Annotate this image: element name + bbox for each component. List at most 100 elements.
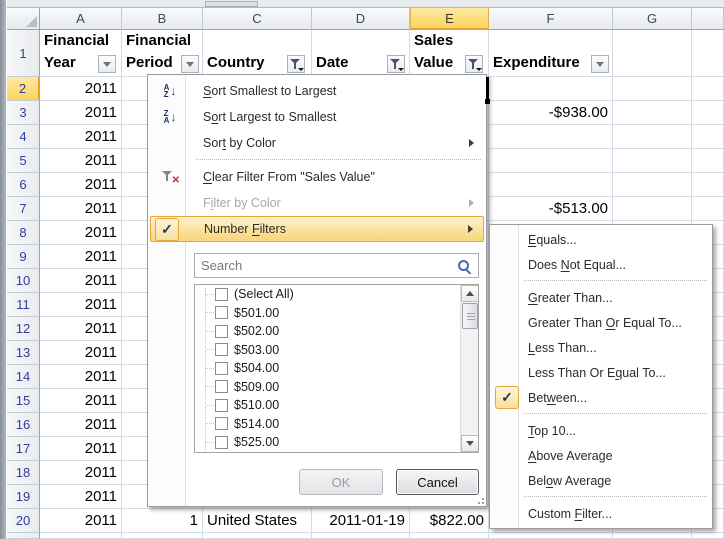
cell-a8[interactable]: 2011 xyxy=(40,221,122,245)
submenu-item-top-10[interactable]: Top 10... xyxy=(492,418,710,443)
checkbox[interactable] xyxy=(215,325,228,338)
cell-a3[interactable]: 2011 xyxy=(40,101,122,125)
row-header-2[interactable]: 2 xyxy=(7,77,40,101)
checkbox[interactable] xyxy=(215,380,228,393)
row-header-8[interactable]: 8 xyxy=(7,221,40,245)
filter-button-financial-period[interactable] xyxy=(181,55,199,73)
cell-f21[interactable] xyxy=(489,533,613,539)
cell-d20[interactable]: 2011-01-19 xyxy=(312,509,410,533)
header-cell-financial-year[interactable]: FinancialYear xyxy=(40,30,122,77)
cell-g3[interactable] xyxy=(613,101,692,125)
scroll-up-button[interactable] xyxy=(461,285,479,302)
row-header-11[interactable]: 11 xyxy=(7,293,40,317)
menu-item-sort-by-color[interactable]: Sort by Color xyxy=(150,130,484,156)
cell-g2[interactable] xyxy=(613,77,692,101)
row-header-16[interactable]: 16 xyxy=(7,413,40,437)
filter-value-504-00[interactable]: $504.00 xyxy=(195,359,478,378)
column-header-d[interactable]: D xyxy=(312,8,410,30)
submenu-item-less-than[interactable]: Less Than... xyxy=(492,335,710,360)
cell-a12[interactable]: 2011 xyxy=(40,317,122,341)
checkbox[interactable] xyxy=(215,417,228,430)
column-header-partial[interactable] xyxy=(692,8,724,30)
header-cell-empty[interactable] xyxy=(613,30,692,77)
row-header-5[interactable]: 5 xyxy=(7,149,40,173)
checkbox[interactable] xyxy=(215,288,228,301)
filter-button-country[interactable] xyxy=(287,55,305,73)
cell-f3[interactable]: -$938.00 xyxy=(489,101,613,125)
cell-b20[interactable]: 1 xyxy=(122,509,203,533)
cell-a10[interactable]: 2011 xyxy=(40,269,122,293)
cell-a19[interactable]: 2011 xyxy=(40,485,122,509)
row-header-10[interactable]: 10 xyxy=(7,269,40,293)
cell-f6[interactable] xyxy=(489,173,613,197)
cell-c20[interactable]: United States xyxy=(203,509,312,533)
submenu-item-greater-than[interactable]: Greater Than... xyxy=(492,285,710,310)
cell-f4[interactable] xyxy=(489,125,613,149)
cell-e20[interactable]: $822.00 xyxy=(410,509,489,533)
column-header-e[interactable]: E xyxy=(410,8,489,30)
cell-d21[interactable] xyxy=(312,533,410,539)
list-scrollbar[interactable] xyxy=(460,285,478,452)
submenu-item-above-average[interactable]: Above Average xyxy=(492,443,710,468)
cell-a4[interactable]: 2011 xyxy=(40,125,122,149)
cell-f7[interactable]: -$513.00 xyxy=(489,197,613,221)
filter-value-select-all[interactable]: (Select All) xyxy=(195,285,478,304)
submenu-item-does-not-equal[interactable]: Does Not Equal... xyxy=(492,252,710,277)
submenu-item-equals[interactable]: Equals... xyxy=(492,227,710,252)
submenu-item-custom-filter[interactable]: Custom Filter... xyxy=(492,501,710,526)
column-header-f[interactable]: F xyxy=(489,8,613,30)
cell-a15[interactable]: 2011 xyxy=(40,389,122,413)
cell-a17[interactable]: 2011 xyxy=(40,437,122,461)
checkbox[interactable] xyxy=(215,436,228,449)
column-header-c[interactable]: C xyxy=(203,8,312,30)
filter-button-financial-year[interactable] xyxy=(98,55,116,73)
header-cell-expenditure[interactable]: Expenditure xyxy=(489,30,613,77)
cell-x6[interactable] xyxy=(692,173,724,197)
row-header-19[interactable]: 19 xyxy=(7,485,40,509)
filter-button-sales-value[interactable] xyxy=(465,55,483,73)
cell-f2[interactable] xyxy=(489,77,613,101)
checkbox[interactable] xyxy=(215,362,228,375)
cell-a13[interactable]: 2011 xyxy=(40,341,122,365)
cancel-button[interactable]: Cancel xyxy=(396,469,479,495)
cell-a18[interactable]: 2011 xyxy=(40,461,122,485)
header-cell-date[interactable]: Date xyxy=(312,30,410,77)
cell-a21[interactable] xyxy=(40,533,122,539)
header-cell-sales-value[interactable]: SalesValue xyxy=(410,30,489,77)
cell-g6[interactable] xyxy=(613,173,692,197)
select-all-corner[interactable] xyxy=(7,8,40,30)
cell-a16[interactable]: 2011 xyxy=(40,413,122,437)
cell-a9[interactable]: 2011 xyxy=(40,245,122,269)
row-header-1[interactable]: 1 xyxy=(7,30,40,77)
cell-g21[interactable] xyxy=(613,533,692,539)
row-header-3[interactable]: 3 xyxy=(7,101,40,125)
cell-a5[interactable]: 2011 xyxy=(40,149,122,173)
row-header-14[interactable]: 14 xyxy=(7,365,40,389)
scrollbar-thumb[interactable] xyxy=(462,303,478,329)
column-header-g[interactable]: G xyxy=(613,8,692,30)
scroll-down-button[interactable] xyxy=(461,435,479,452)
row-header-18[interactable]: 18 xyxy=(7,461,40,485)
cell-c21[interactable] xyxy=(203,533,312,539)
cell-a7[interactable]: 2011 xyxy=(40,197,122,221)
submenu-item-less-than-or-equal-to[interactable]: Less Than Or Equal To... xyxy=(492,360,710,385)
filter-value-501-00[interactable]: $501.00 xyxy=(195,304,478,323)
menu-item-sort-largest-to-smallest[interactable]: Sort Largest to SmallestZA↓ xyxy=(150,104,484,130)
header-cell-empty[interactable] xyxy=(692,30,724,77)
search-input[interactable] xyxy=(195,254,478,277)
cell-x21[interactable] xyxy=(692,533,724,539)
filter-value-502-00[interactable]: $502.00 xyxy=(195,322,478,341)
cell-a2[interactable]: 2011 xyxy=(40,77,122,101)
column-header-b[interactable]: B xyxy=(122,8,203,30)
cell-e21[interactable] xyxy=(410,533,489,539)
cell-x4[interactable] xyxy=(692,125,724,149)
row-header-12[interactable]: 12 xyxy=(7,317,40,341)
cell-x3[interactable] xyxy=(692,101,724,125)
cell-x5[interactable] xyxy=(692,149,724,173)
column-header-a[interactable]: A xyxy=(40,8,122,30)
submenu-item-greater-than-or-equal-to[interactable]: Greater Than Or Equal To... xyxy=(492,310,710,335)
cell-g7[interactable] xyxy=(613,197,692,221)
checkbox[interactable] xyxy=(215,343,228,356)
cell-g4[interactable] xyxy=(613,125,692,149)
row-header-6[interactable]: 6 xyxy=(7,173,40,197)
